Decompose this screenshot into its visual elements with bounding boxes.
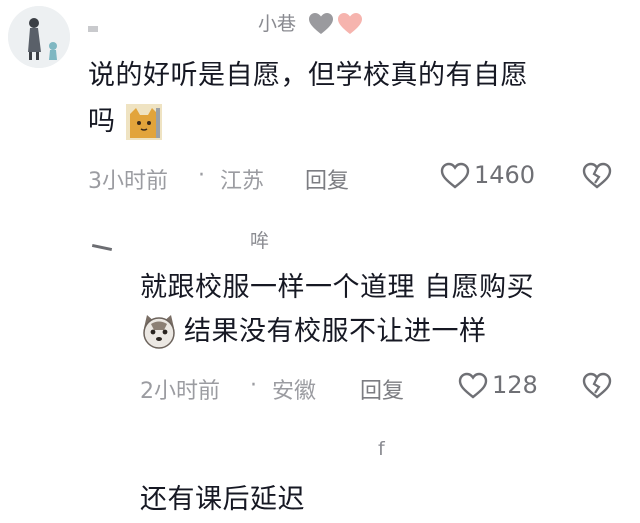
reply-button[interactable]: 回复 (360, 373, 404, 405)
like-count: 1460 (474, 161, 536, 189)
grey-heart-icon (308, 12, 334, 40)
comment-text-line1: 说的好听是自愿，但学校真的有自愿 (88, 60, 528, 91)
third-comment-text: 还有课后延迟 (140, 484, 305, 515)
dislike-broken-heart-icon[interactable] (582, 372, 612, 400)
reply-text-line2: 结果没有校服不让进一样 (184, 316, 487, 347)
third-comment-username[interactable]: f (378, 438, 385, 460)
meta-separator: · (250, 373, 257, 398)
reply-location: 安徽 (272, 379, 317, 404)
comment-text-line2: 吗 (88, 106, 116, 137)
pink-heart-icon (337, 12, 363, 40)
reply-username[interactable]: 哞 (250, 226, 269, 253)
avatar[interactable] (8, 6, 70, 68)
meta-separator: · (198, 163, 205, 188)
reply-text-line1: 就跟校服一样一个道理 自愿购买 (140, 272, 535, 303)
comment-username[interactable]: 小巷 (258, 9, 296, 36)
reply-button[interactable]: 回复 (305, 163, 349, 195)
reply-time: 2小时前 (140, 379, 220, 404)
reply-thread-line (91, 243, 113, 252)
comment-location: 江苏 (220, 169, 265, 194)
like-heart-icon[interactable] (458, 372, 488, 400)
husky-emoji-icon (140, 312, 176, 349)
like-count: 128 (492, 371, 538, 399)
cat-emoji-icon (126, 104, 162, 140)
username-redacted-mark (88, 26, 98, 32)
like-heart-icon[interactable] (440, 162, 470, 190)
dislike-broken-heart-icon[interactable] (582, 162, 612, 190)
comment-time: 3小时前 (88, 169, 168, 194)
